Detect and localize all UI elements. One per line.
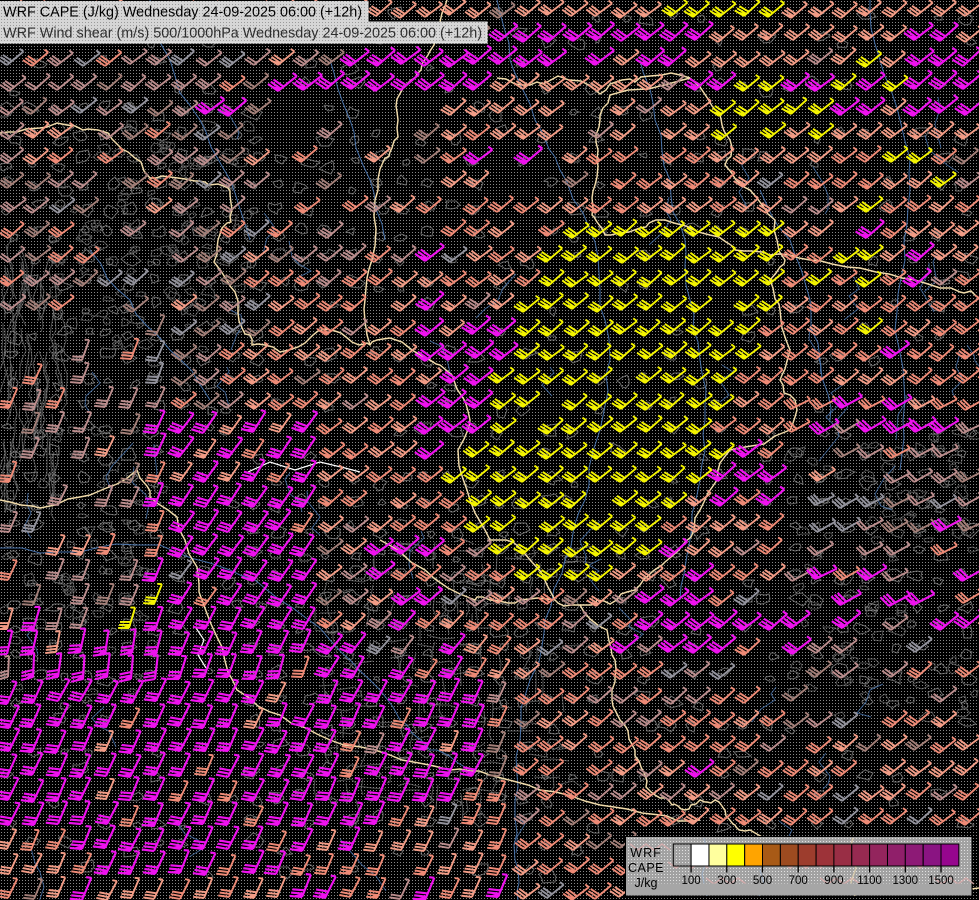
- svg-text:WRF Wind shear (m/s) 500/1000h: WRF Wind shear (m/s) 500/1000hPa Wednesd…: [3, 25, 482, 42]
- svg-text:100: 100: [682, 875, 701, 887]
- svg-text:WRF CAPE (J/kg) Wednesday 24-0: WRF CAPE (J/kg) Wednesday 24-09-2025 06:…: [3, 4, 362, 21]
- svg-text:1300: 1300: [893, 875, 919, 887]
- svg-text:WRF: WRF: [630, 846, 661, 860]
- svg-text:1100: 1100: [857, 875, 882, 887]
- svg-text:300: 300: [717, 875, 736, 887]
- svg-text:CAPE: CAPE: [628, 861, 664, 875]
- svg-text:700: 700: [789, 875, 808, 887]
- svg-text:1500: 1500: [928, 875, 954, 887]
- svg-text:500: 500: [753, 875, 772, 887]
- svg-text:J/kg: J/kg: [635, 876, 658, 890]
- svg-text:900: 900: [824, 875, 843, 887]
